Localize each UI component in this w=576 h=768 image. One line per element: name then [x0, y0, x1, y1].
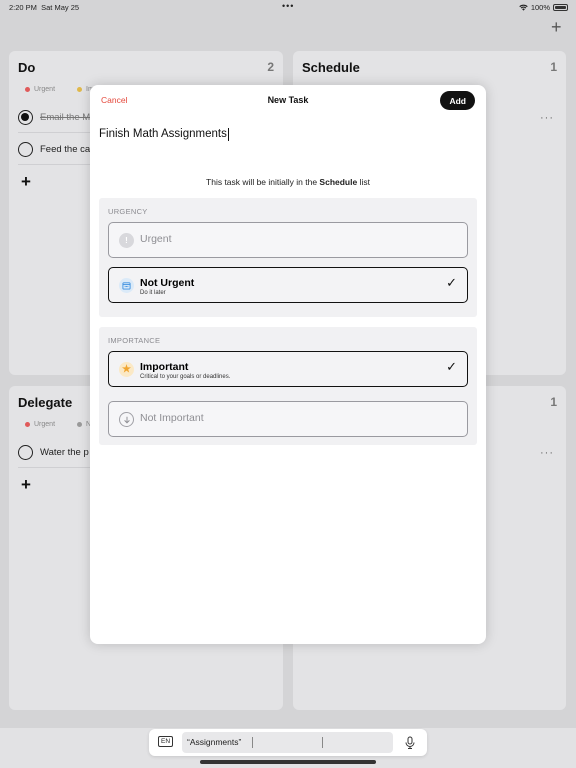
quadrant-title: Do	[18, 60, 36, 75]
task-row[interactable]: Feed the ca	[18, 142, 90, 157]
text-caret	[227, 127, 229, 141]
battery-icon	[553, 4, 568, 11]
option-label: Not Urgent	[140, 277, 195, 289]
suggestion-area: “Assignments”	[182, 732, 393, 753]
option-label: Important	[140, 361, 189, 373]
new-task-sheet: Cancel New Task Add Finish Math Assignme…	[90, 85, 486, 644]
task-row[interactable]: Email the M	[18, 110, 90, 125]
status-time: 2:20 PM Sat May 25	[9, 3, 80, 12]
task-label: Water the p	[40, 447, 89, 458]
not-important-tag: N	[77, 421, 91, 428]
section-label: URGENCY	[108, 207, 148, 216]
section-label: IMPORTANCE	[108, 336, 161, 345]
quadrant-count: 2	[267, 60, 274, 74]
important-dot-icon	[77, 87, 82, 92]
urgent-dot-icon	[25, 422, 30, 427]
option-sublabel: Do it later	[140, 290, 166, 296]
suggestion-item[interactable]: “Assignments”	[187, 737, 241, 747]
star-icon: ★	[119, 362, 134, 377]
sheet-title: New Task	[267, 95, 309, 105]
predictive-bar: EN “Assignments”	[149, 729, 427, 756]
calendar-icon	[119, 278, 134, 293]
status-bar: 2:20 PM Sat May 25 ••• 100%	[0, 0, 576, 16]
list-hint: This task will be initially in the Sched…	[206, 177, 370, 187]
battery-percent: 100%	[530, 3, 550, 12]
task-label: Email the M	[40, 112, 91, 123]
option-sublabel: Critical to your goals or deadlines.	[140, 374, 231, 380]
divider	[322, 737, 323, 748]
more-icon[interactable]: ···	[540, 447, 554, 459]
urgent-dot-icon	[25, 87, 30, 92]
option-not-important[interactable]: Not Important	[108, 401, 468, 437]
checkbox-icon[interactable]	[18, 142, 33, 157]
more-icon[interactable]: ···	[540, 112, 554, 124]
microphone-icon[interactable]	[404, 736, 416, 750]
divider	[252, 737, 253, 748]
checkbox-checked-icon[interactable]	[18, 110, 33, 125]
quadrant-count: 1	[550, 60, 557, 74]
urgent-tag: Urgent	[25, 421, 55, 428]
quadrant-title: Schedule	[302, 60, 360, 75]
checkmark-icon: ✓	[446, 359, 457, 374]
urgency-section: URGENCY ! Urgent Not Urgent Do it later …	[99, 198, 477, 317]
status-right: 100%	[519, 3, 568, 12]
checkbox-icon[interactable]	[18, 445, 33, 460]
exclamation-icon: !	[119, 233, 134, 248]
quadrant-count: 1	[550, 395, 557, 409]
multitasking-dots-icon[interactable]: •••	[282, 1, 294, 11]
arrow-down-icon	[119, 412, 134, 427]
option-not-urgent[interactable]: Not Urgent Do it later ✓	[108, 267, 468, 303]
add-task-plus-icon[interactable]: +	[21, 173, 31, 190]
option-important[interactable]: ★ Important Critical to your goals or de…	[108, 351, 468, 387]
not-important-dot-icon	[77, 422, 82, 427]
add-task-plus-icon[interactable]: +	[21, 476, 31, 493]
language-key[interactable]: EN	[158, 736, 174, 747]
option-label: Not Important	[140, 412, 204, 424]
option-label: Urgent	[140, 233, 172, 245]
importance-section: IMPORTANCE ★ Important Critical to your …	[99, 327, 477, 445]
add-task-button[interactable]: +	[551, 18, 562, 36]
urgent-tag: Urgent	[25, 86, 55, 93]
task-name-input[interactable]: Finish Math Assignments	[99, 125, 469, 143]
task-row[interactable]: Water the p	[18, 445, 89, 460]
home-indicator[interactable]	[200, 760, 376, 764]
task-label: Feed the ca	[40, 144, 91, 155]
option-urgent[interactable]: ! Urgent	[108, 222, 468, 258]
add-button[interactable]: Add	[440, 91, 475, 110]
wifi-icon	[519, 4, 528, 11]
checkmark-icon: ✓	[446, 275, 457, 290]
quadrant-title: Delegate	[18, 395, 73, 410]
